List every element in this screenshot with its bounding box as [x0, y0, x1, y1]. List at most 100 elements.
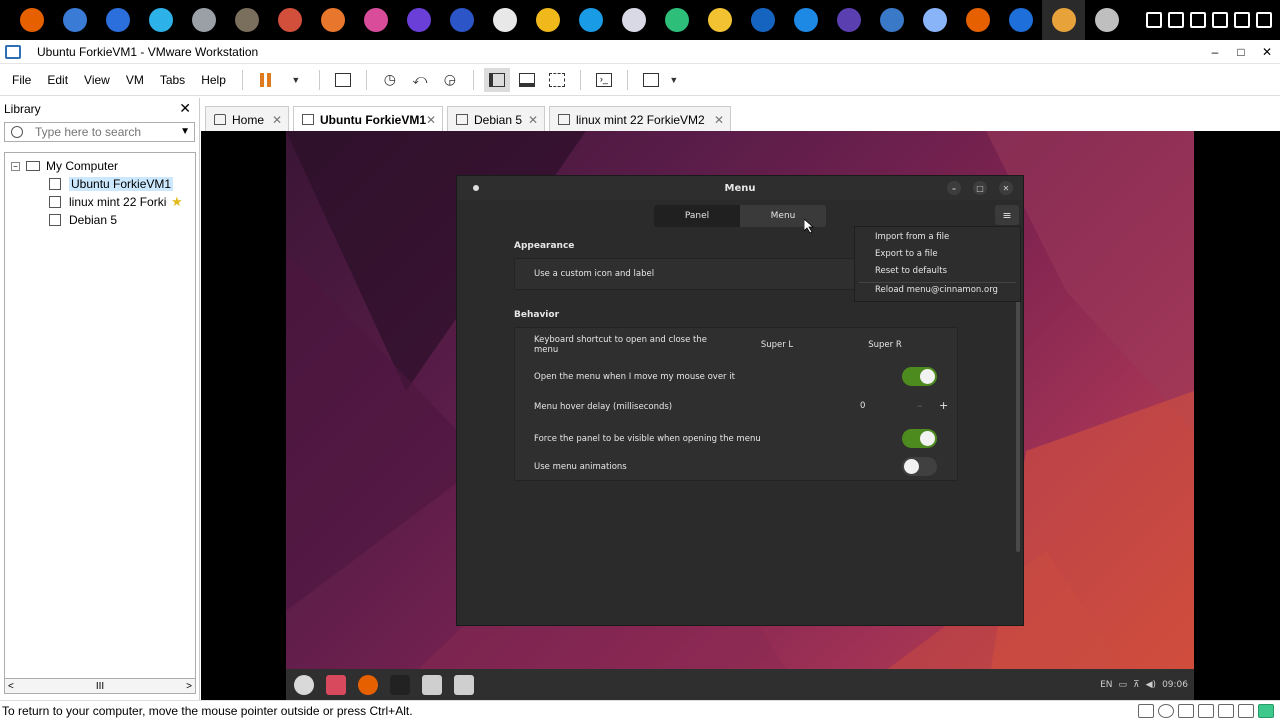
taskbar-app-button[interactable]	[612, 0, 655, 40]
taskbar-app-button[interactable]	[182, 0, 225, 40]
close-button[interactable]: ✕	[1254, 40, 1280, 64]
tab-ubuntu-forkievm1[interactable]: Ubuntu ForkieVM1 ✕	[293, 106, 443, 132]
thumbnail-bar-button[interactable]	[514, 68, 540, 92]
minimize-button[interactable]: –	[1202, 40, 1228, 64]
force-visible-toggle[interactable]	[902, 429, 937, 448]
hard-disk-icon[interactable]	[1138, 704, 1154, 718]
snapshot-manager-button[interactable]: ◶	[437, 68, 463, 92]
scroll-left-arrow[interactable]: <	[8, 681, 14, 692]
taskbar-app-button[interactable]	[741, 0, 784, 40]
taskbar-app-button[interactable]	[10, 0, 53, 40]
dialog-close-button[interactable]: ✕	[999, 181, 1013, 195]
taskbar-app-button[interactable]	[53, 0, 96, 40]
taskbar-app-button[interactable]	[139, 0, 182, 40]
taskbar-app-button[interactable]	[698, 0, 741, 40]
chevron-down-icon[interactable]: ▼	[180, 126, 190, 137]
animations-toggle[interactable]	[902, 457, 937, 476]
display-tray-icon[interactable]: ▭	[1119, 680, 1128, 690]
library-horizontal-scrollbar[interactable]: < III >	[4, 678, 196, 694]
cd-rom-icon[interactable]	[1158, 704, 1174, 718]
tab-close-icon[interactable]: ✕	[714, 113, 724, 127]
hamburger-menu-button[interactable]: ≡	[995, 205, 1019, 225]
stretch-button[interactable]	[638, 68, 664, 92]
tab-linux-mint-22[interactable]: linux mint 22 ForkieVM2 ✕	[549, 106, 731, 132]
window-menu-icon[interactable]	[473, 185, 479, 191]
tray-display-icon[interactable]	[1168, 12, 1184, 28]
menu-tabs[interactable]: Tabs	[152, 73, 193, 87]
tree-item-vm[interactable]: Ubuntu ForkieVM1	[49, 175, 174, 193]
taskbar-app-button[interactable]	[440, 0, 483, 40]
tree-item-vm[interactable]: Debian 5	[49, 211, 117, 229]
hover-open-toggle[interactable]	[902, 367, 937, 386]
shortcut-key-2-button[interactable]: Super R	[831, 330, 939, 360]
power-dropdown-button[interactable]: ▼	[283, 68, 309, 92]
taskbar-app-button[interactable]	[483, 0, 526, 40]
dialog-minimize-button[interactable]: –	[947, 181, 961, 195]
panel-launcher[interactable]	[289, 671, 319, 699]
taskbar-app-button[interactable]	[96, 0, 139, 40]
snapshot-button[interactable]: ◷	[377, 68, 403, 92]
keyboard-layout-indicator[interactable]: EN	[1100, 680, 1112, 690]
console-view-button[interactable]: ›_	[591, 68, 617, 92]
menu-file[interactable]: File	[4, 73, 39, 87]
panel-clock[interactable]: 09:06	[1162, 680, 1188, 690]
taskbar-app-button[interactable]	[1085, 0, 1128, 40]
taskbar-app-button[interactable]	[956, 0, 999, 40]
taskbar-app-button[interactable]	[870, 0, 913, 40]
full-screen-button[interactable]	[544, 68, 570, 92]
taskbar-app-button[interactable]	[268, 0, 311, 40]
tray-screen-icon[interactable]	[1234, 12, 1250, 28]
spin-minus-button[interactable]: –	[917, 399, 923, 412]
tab-home[interactable]: Home ✕	[205, 106, 289, 132]
show-library-button[interactable]	[483, 67, 510, 92]
taskbar-app-button[interactable]	[1042, 0, 1085, 40]
library-search-input[interactable]	[35, 125, 165, 139]
maximize-button[interactable]: □	[1228, 40, 1254, 64]
library-close-button[interactable]: ✕	[179, 100, 191, 117]
reset-to-defaults-item[interactable]: Reset to defaults	[875, 266, 947, 276]
dialog-maximize-button[interactable]: □	[973, 181, 987, 195]
tab-panel[interactable]: Panel	[654, 205, 740, 227]
tab-debian-5[interactable]: Debian 5 ✕	[447, 106, 545, 132]
menu-vm[interactable]: VM	[118, 73, 152, 87]
volume-tray-icon[interactable]: ◀)	[1146, 680, 1156, 690]
taskbar-app-button[interactable]	[827, 0, 870, 40]
taskbar-app-button[interactable]	[655, 0, 698, 40]
network-icon[interactable]	[1178, 704, 1194, 718]
panel-launcher[interactable]	[321, 671, 351, 699]
hover-delay-input[interactable]: 0	[860, 401, 865, 411]
dialog-scrollbar[interactable]	[1016, 296, 1020, 552]
tab-close-icon[interactable]: ✕	[528, 113, 538, 127]
usb-icon[interactable]	[1198, 704, 1214, 718]
tree-item-my-computer[interactable]: − My Computer	[11, 157, 118, 175]
export-to-file-item[interactable]: Export to a file	[875, 249, 938, 259]
taskbar-app-button[interactable]	[999, 0, 1042, 40]
menu-help[interactable]: Help	[193, 73, 234, 87]
tab-close-icon[interactable]: ✕	[272, 113, 282, 127]
taskbar-app-button[interactable]	[225, 0, 268, 40]
send-ctrl-alt-del-button[interactable]	[330, 68, 356, 92]
taskbar-app-button[interactable]	[397, 0, 440, 40]
message-icon[interactable]	[1258, 704, 1274, 718]
panel-launcher[interactable]	[449, 671, 479, 699]
taskbar-app-button[interactable]	[569, 0, 612, 40]
reload-applet-item[interactable]: Reload menu@cinnamon.org	[875, 285, 998, 295]
tray-window-icon[interactable]	[1146, 12, 1162, 28]
stretch-dropdown-button[interactable]: ▼	[668, 68, 680, 92]
tray-close-icon[interactable]	[1256, 12, 1272, 28]
panel-launcher[interactable]	[385, 671, 415, 699]
tab-close-icon[interactable]: ✕	[426, 113, 436, 127]
menu-edit[interactable]: Edit	[39, 73, 76, 87]
taskbar-app-button[interactable]	[311, 0, 354, 40]
tray-color-icon[interactable]	[1190, 12, 1206, 28]
menu-view[interactable]: View	[76, 73, 118, 87]
scroll-right-arrow[interactable]: >	[186, 681, 192, 692]
taskbar-app-button[interactable]	[784, 0, 827, 40]
sound-icon[interactable]	[1218, 704, 1234, 718]
pause-button[interactable]	[253, 68, 279, 92]
shortcut-key-1-button[interactable]: Super L	[723, 330, 831, 360]
collapse-icon[interactable]: −	[11, 161, 20, 171]
guest-desktop[interactable]: Menu – □ ✕ Panel Menu ≡ Appearance Use a…	[286, 131, 1194, 700]
revert-snapshot-button[interactable]: ⤺	[407, 68, 433, 92]
tree-item-vm[interactable]: linux mint 22 Forkie ★	[49, 193, 195, 211]
